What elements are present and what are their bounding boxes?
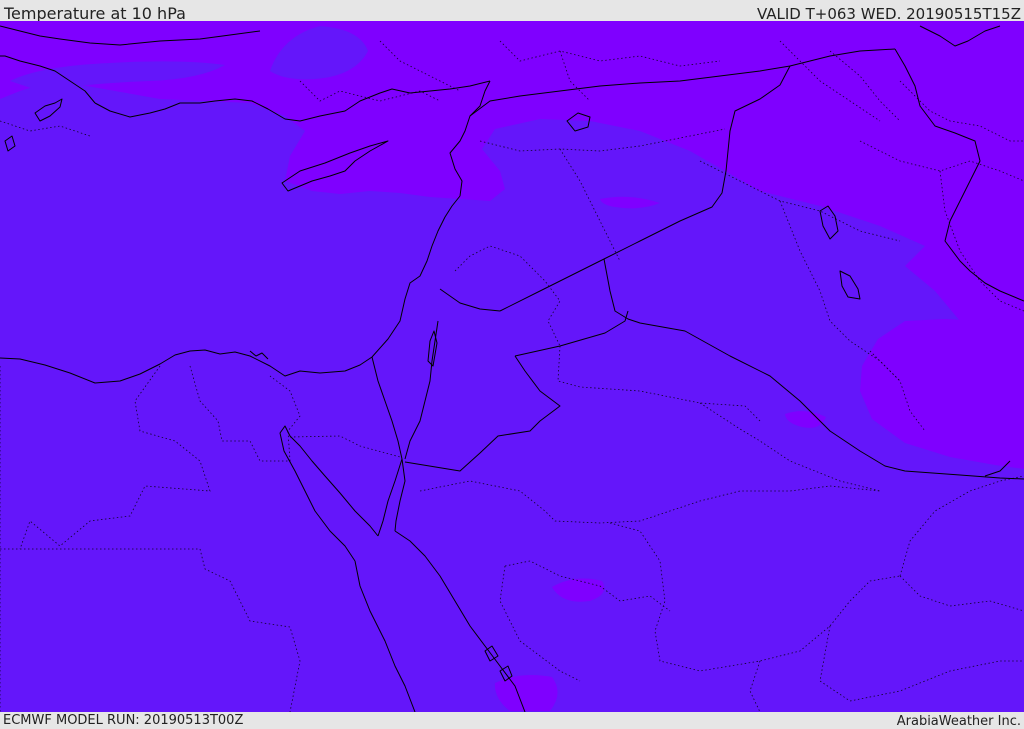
map-canvas	[0, 21, 1024, 712]
bottom-info-bar: ECMWF MODEL RUN: 20190513T00Z ArabiaWeat…	[0, 712, 1024, 729]
temperature-map[interactable]	[0, 21, 1024, 712]
map-viewer: Temperature at 10 hPa VALID T+063 WED. 2…	[0, 0, 1024, 729]
provider-credit: ArabiaWeather Inc.	[896, 714, 1021, 729]
top-info-bar: Temperature at 10 hPa VALID T+063 WED. 2…	[0, 0, 1024, 23]
model-run-label: ECMWF MODEL RUN: 20190513T00Z	[3, 713, 244, 728]
